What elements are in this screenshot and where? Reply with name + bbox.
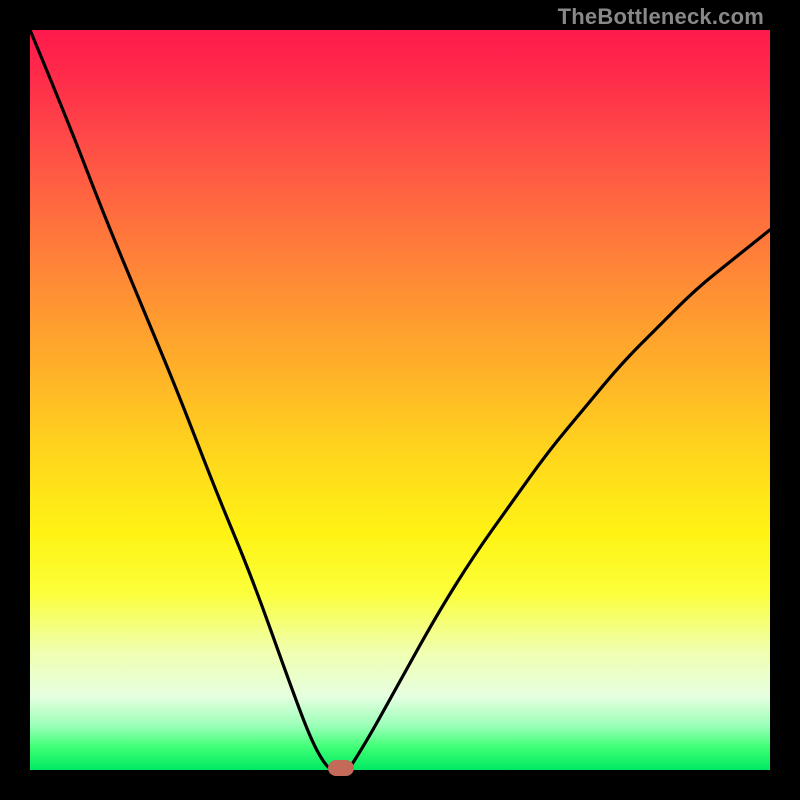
bottleneck-curve [30,30,770,770]
curve-right-branch [348,230,770,770]
bottleneck-marker [328,760,354,776]
watermark-text: TheBottleneck.com [558,4,764,30]
curve-left-branch [30,30,333,770]
chart-frame: TheBottleneck.com [0,0,800,800]
plot-area [30,30,770,770]
